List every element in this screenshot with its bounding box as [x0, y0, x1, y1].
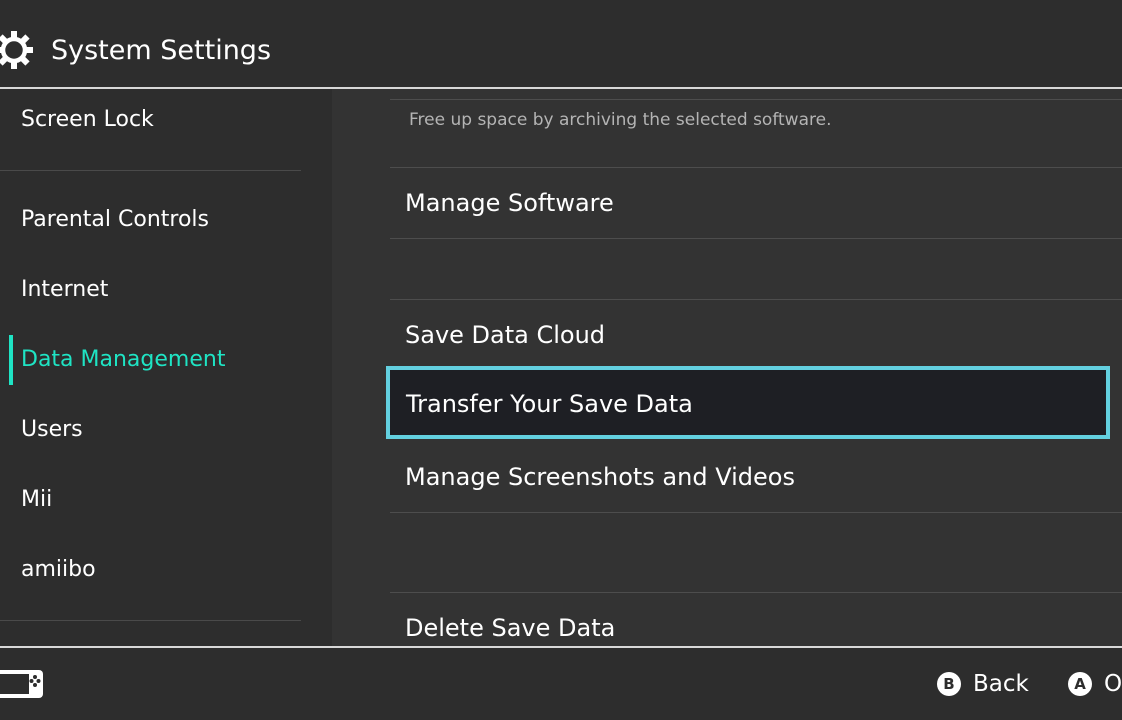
ok-label: O [1104, 671, 1122, 697]
save-data-cloud-item[interactable]: Save Data Cloud [405, 318, 605, 352]
manage-software-item[interactable]: Manage Software [405, 186, 614, 220]
sidebar-divider [0, 170, 301, 171]
row-divider [390, 299, 1122, 300]
page-title: System Settings [51, 35, 272, 66]
sidebar-divider [0, 620, 301, 621]
sidebar-item-parental-controls[interactable]: Parental Controls [21, 205, 209, 235]
sidebar: Screen Lock Parental Controls Internet D… [0, 89, 332, 647]
row-divider [390, 99, 1122, 100]
sidebar-item-screen-lock[interactable]: Screen Lock [21, 105, 154, 135]
row-divider [390, 512, 1122, 513]
main-panel: Free up space by archiving the selected … [332, 89, 1122, 647]
row-divider [390, 167, 1122, 168]
row-divider [390, 238, 1122, 239]
transfer-save-data-label: Transfer Your Save Data [406, 390, 693, 418]
sidebar-item-internet[interactable]: Internet [21, 275, 108, 305]
gear-icon [0, 31, 33, 69]
sidebar-item-mii[interactable]: Mii [21, 485, 52, 515]
active-indicator [9, 335, 13, 385]
a-button-icon: A [1068, 672, 1092, 696]
sidebar-item-data-management[interactable]: Data Management [21, 345, 225, 375]
ok-button[interactable]: A O [1068, 668, 1122, 700]
controller-icon [0, 670, 43, 698]
delete-save-data-item[interactable]: Delete Save Data [405, 611, 615, 645]
manage-screenshots-videos-item[interactable]: Manage Screenshots and Videos [405, 460, 795, 494]
selected-item-transfer-save-data[interactable]: Transfer Your Save Data [386, 366, 1110, 439]
sidebar-item-amiibo[interactable]: amiibo [21, 555, 96, 585]
footer: B Back A O [0, 648, 1122, 720]
system-settings-screen: System Settings Screen Lock Parental Con… [0, 0, 1122, 720]
back-label: Back [973, 671, 1029, 697]
back-button[interactable]: B Back [937, 668, 1029, 700]
row-divider [390, 592, 1122, 593]
header: System Settings [0, 0, 1122, 87]
archive-description: Free up space by archiving the selected … [409, 110, 832, 130]
b-button-icon: B [937, 672, 961, 696]
sidebar-item-users[interactable]: Users [21, 415, 83, 445]
